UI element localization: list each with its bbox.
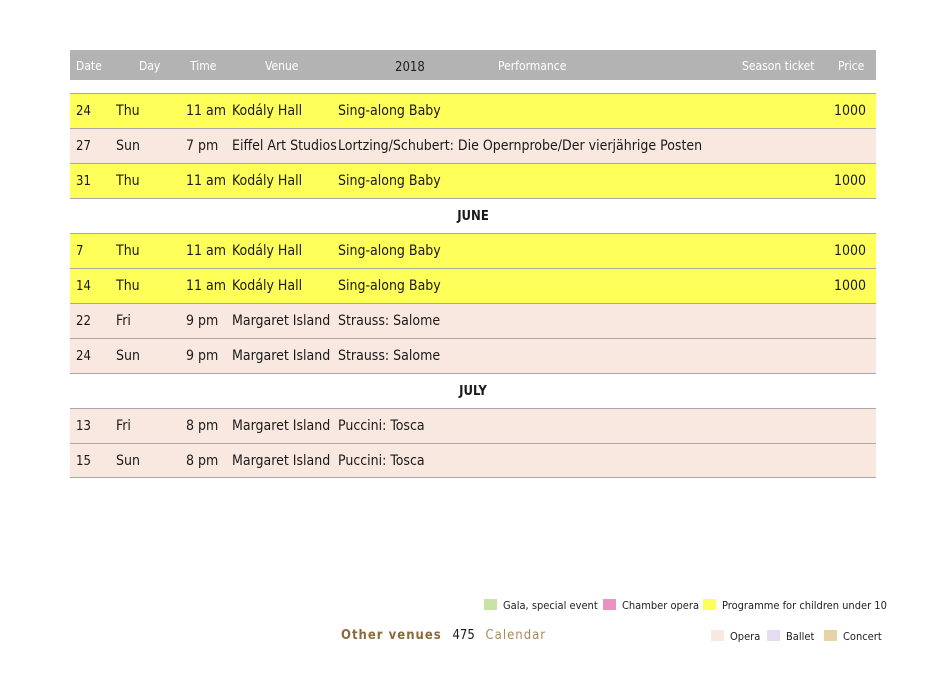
row-date: 24: [76, 349, 91, 364]
row-price: 1000: [833, 173, 866, 189]
table-row: 24 Thu 11 am Kodály Hall Sing-along Baby…: [70, 93, 876, 128]
row-time: 11 am: [186, 278, 227, 294]
table-row: 13 Fri 8 pm Margaret Island Puccini: Tos…: [70, 408, 876, 443]
month-heading: JUNE: [70, 198, 876, 233]
table-row: 24 Sun 9 pm Margaret Island Strauss: Sal…: [70, 338, 876, 373]
row-time: 9 pm: [186, 313, 219, 329]
row-venue: Eiffel Art Studios: [232, 138, 337, 154]
row-day: Fri: [116, 418, 131, 434]
children-swatch: [703, 599, 716, 610]
row-time: 11 am: [186, 243, 227, 259]
month-label: JUNE: [457, 209, 489, 224]
table-row: 15 Sun 8 pm Margaret Island Puccini: Tos…: [70, 443, 876, 478]
legend-gala: Gala, special event: [484, 599, 598, 612]
page-footer: Other venues 475 Calendar: [341, 628, 546, 643]
row-performance: Puccini: Tosca: [338, 418, 425, 434]
opera-swatch: [711, 630, 724, 641]
header-season-ticket: Season ticket: [742, 59, 815, 73]
row-time: 7 pm: [186, 138, 219, 154]
row-performance: Strauss: Salome: [338, 313, 441, 329]
ballet-swatch: [767, 630, 780, 641]
table-row: 31 Thu 11 am Kodály Hall Sing-along Baby…: [70, 163, 876, 198]
legend-opera: Opera: [711, 630, 760, 643]
legend-label: Concert: [843, 630, 882, 643]
row-price: 1000: [833, 103, 866, 119]
row-time: 11 am: [186, 173, 227, 189]
row-time: 8 pm: [186, 418, 219, 434]
row-venue: Margaret Island: [232, 348, 331, 364]
row-day: Sun: [116, 138, 140, 154]
legend-concert: Concert: [824, 630, 882, 643]
header-date: Date: [76, 59, 102, 73]
row-date: 24: [76, 104, 91, 119]
row-performance: Sing-along Baby: [338, 278, 441, 294]
row-performance: Strauss: Salome: [338, 348, 441, 364]
month-heading: JULY: [70, 373, 876, 408]
row-venue: Margaret Island: [232, 453, 331, 469]
legend-label: Chamber opera: [622, 599, 700, 612]
row-date: 15: [76, 454, 91, 469]
row-venue: Kodály Hall: [232, 278, 303, 294]
table-header: Date Day Time Venue 2018 Performance Sea…: [70, 50, 876, 80]
header-price: Price: [838, 59, 865, 73]
row-day: Sun: [116, 453, 140, 469]
row-performance: Sing-along Baby: [338, 173, 441, 189]
row-date: 13: [76, 419, 91, 434]
legend-children: Programme for children under 10: [703, 599, 887, 612]
header-time: Time: [190, 59, 217, 73]
concert-swatch: [824, 630, 837, 641]
row-time: 9 pm: [186, 348, 219, 364]
row-day: Sun: [116, 348, 140, 364]
header-day: Day: [139, 59, 161, 73]
header-performance: Performance: [498, 59, 567, 73]
row-venue: Kodály Hall: [232, 173, 303, 189]
header-year: 2018: [395, 60, 425, 75]
legend-ballet: Ballet: [767, 630, 814, 643]
row-date: 27: [76, 139, 91, 154]
table-row: 22 Fri 9 pm Margaret Island Strauss: Sal…: [70, 303, 876, 338]
legend-chamber: Chamber opera: [603, 599, 699, 612]
table-row: 14 Thu 11 am Kodály Hall Sing-along Baby…: [70, 268, 876, 303]
footer-page-number: 475: [452, 628, 475, 643]
legend-label: Gala, special event: [503, 599, 598, 612]
row-venue: Margaret Island: [232, 313, 331, 329]
row-date: 14: [76, 279, 91, 294]
footer-chapter: Calendar: [485, 628, 547, 643]
chamber-swatch: [603, 599, 616, 610]
legend-label: Ballet: [786, 630, 815, 643]
table-row: 27 Sun 7 pm Eiffel Art Studios Lortzing/…: [70, 128, 876, 163]
row-performance: Sing-along Baby: [338, 243, 441, 259]
row-performance: Sing-along Baby: [338, 103, 441, 119]
row-performance: Lortzing/Schubert: Die Opernprobe/Der vi…: [338, 138, 703, 154]
row-time: 8 pm: [186, 453, 219, 469]
row-day: Thu: [116, 103, 140, 119]
row-date: 31: [76, 174, 91, 189]
row-day: Thu: [116, 243, 140, 259]
row-venue: Kodály Hall: [232, 103, 303, 119]
month-label: JULY: [459, 384, 487, 399]
row-performance: Puccini: Tosca: [338, 453, 425, 469]
footer-section: Other venues: [341, 628, 442, 643]
table-row: 7 Thu 11 am Kodály Hall Sing-along Baby …: [70, 233, 876, 268]
gala-swatch: [484, 599, 497, 610]
header-venue: Venue: [265, 59, 299, 73]
row-date: 7: [76, 244, 84, 259]
row-price: 1000: [833, 243, 866, 259]
row-venue: Margaret Island: [232, 418, 331, 434]
row-date: 22: [76, 314, 91, 329]
legend-label: Programme for children under 10: [722, 599, 887, 612]
row-day: Fri: [116, 313, 131, 329]
row-time: 11 am: [186, 103, 227, 119]
schedule-table: 24 Thu 11 am Kodály Hall Sing-along Baby…: [70, 93, 876, 478]
legend-label: Opera: [730, 630, 761, 643]
row-venue: Kodály Hall: [232, 243, 303, 259]
row-day: Thu: [116, 173, 140, 189]
row-price: 1000: [833, 278, 866, 294]
row-day: Thu: [116, 278, 140, 294]
